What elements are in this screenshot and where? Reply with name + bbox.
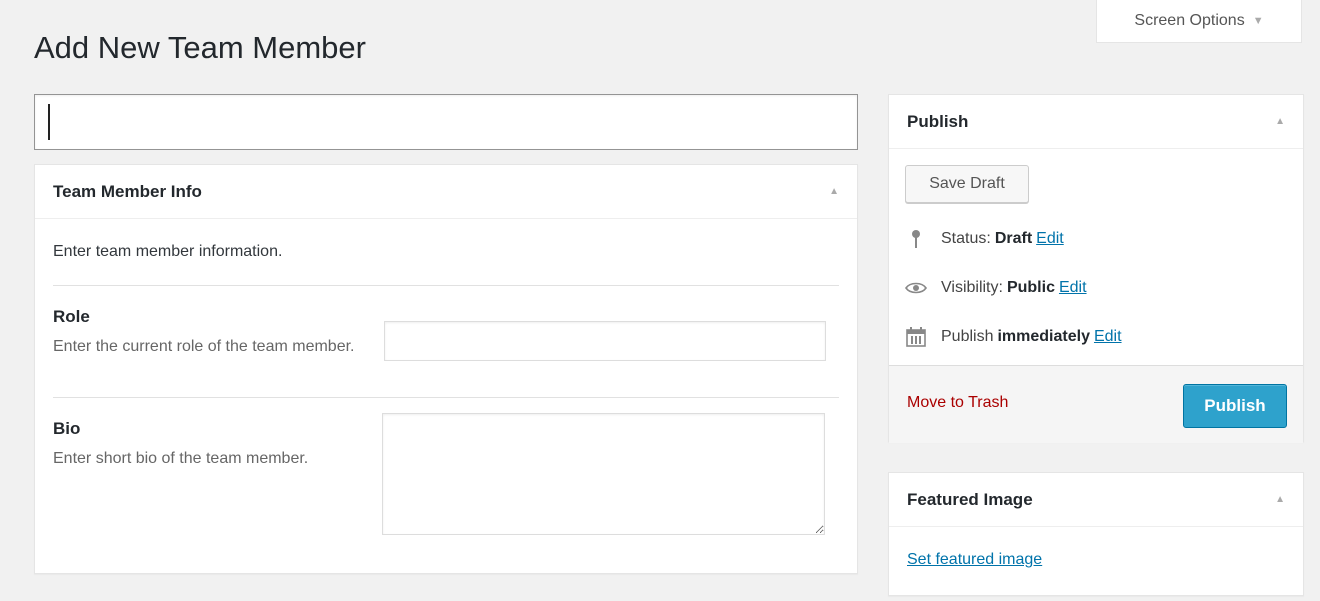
- screen-options-button[interactable]: Screen Options ▼: [1096, 0, 1302, 43]
- divider: [53, 397, 839, 398]
- team-member-description: Enter team member information.: [53, 243, 283, 260]
- page-title: Add New Team Member: [34, 30, 366, 65]
- schedule-row: Publish immediately Edit: [905, 327, 1122, 347]
- eye-icon: [905, 281, 927, 295]
- text-caret: [48, 104, 50, 140]
- bio-help-text: Enter short bio of the team member.: [53, 450, 309, 467]
- triangle-down-icon: ▼: [1252, 15, 1264, 27]
- title-input[interactable]: [34, 94, 858, 150]
- edit-status-link[interactable]: Edit: [1036, 230, 1064, 248]
- role-label: Role: [53, 307, 90, 326]
- visibility-prefix: Visibility:: [941, 279, 1003, 296]
- schedule-value: immediately: [997, 328, 1090, 345]
- move-to-trash-link[interactable]: Move to Trash: [907, 394, 1008, 412]
- collapse-toggle-icon[interactable]: ▲: [1275, 116, 1285, 127]
- status-row: Status: Draft Edit: [905, 229, 1064, 249]
- collapse-toggle-icon[interactable]: ▲: [1275, 494, 1285, 505]
- publish-box: Publish ▲ Save Draft Status: Draft Edit …: [888, 94, 1304, 443]
- status-value: Draft: [994, 230, 1033, 247]
- save-draft-button[interactable]: Save Draft: [905, 165, 1029, 203]
- set-featured-image-link[interactable]: Set featured image: [907, 551, 1042, 569]
- visibility-row: Visibility: Public Edit: [905, 279, 1087, 297]
- publish-header[interactable]: Publish ▲: [889, 95, 1303, 149]
- role-input[interactable]: [384, 321, 826, 361]
- pin-icon: [905, 229, 927, 249]
- publish-title: Publish: [907, 111, 969, 131]
- team-member-info-header[interactable]: Team Member Info ▲: [35, 165, 857, 219]
- schedule-prefix: Publish: [941, 328, 994, 345]
- collapse-toggle-icon[interactable]: ▲: [829, 186, 839, 197]
- bio-textarea[interactable]: [382, 413, 825, 535]
- status-prefix: Status:: [941, 230, 991, 247]
- screen-options-label: Screen Options: [1134, 12, 1245, 29]
- publish-actions: Move to Trash Publish: [889, 365, 1303, 443]
- publish-button[interactable]: Publish: [1183, 384, 1287, 428]
- role-help-text: Enter the current role of the team membe…: [53, 338, 355, 355]
- featured-image-header[interactable]: Featured Image ▲: [889, 473, 1303, 527]
- team-member-info-box: Team Member Info ▲ Enter team member inf…: [34, 164, 858, 574]
- calendar-icon: [905, 327, 927, 347]
- divider: [53, 285, 839, 286]
- visibility-value: Public: [1006, 279, 1055, 296]
- featured-image-box: Featured Image ▲ Set featured image: [888, 472, 1304, 596]
- bio-label: Bio: [53, 419, 81, 438]
- team-member-info-title: Team Member Info: [53, 181, 202, 201]
- featured-image-title: Featured Image: [907, 489, 1033, 509]
- edit-schedule-link[interactable]: Edit: [1094, 328, 1122, 346]
- edit-visibility-link[interactable]: Edit: [1059, 279, 1087, 297]
